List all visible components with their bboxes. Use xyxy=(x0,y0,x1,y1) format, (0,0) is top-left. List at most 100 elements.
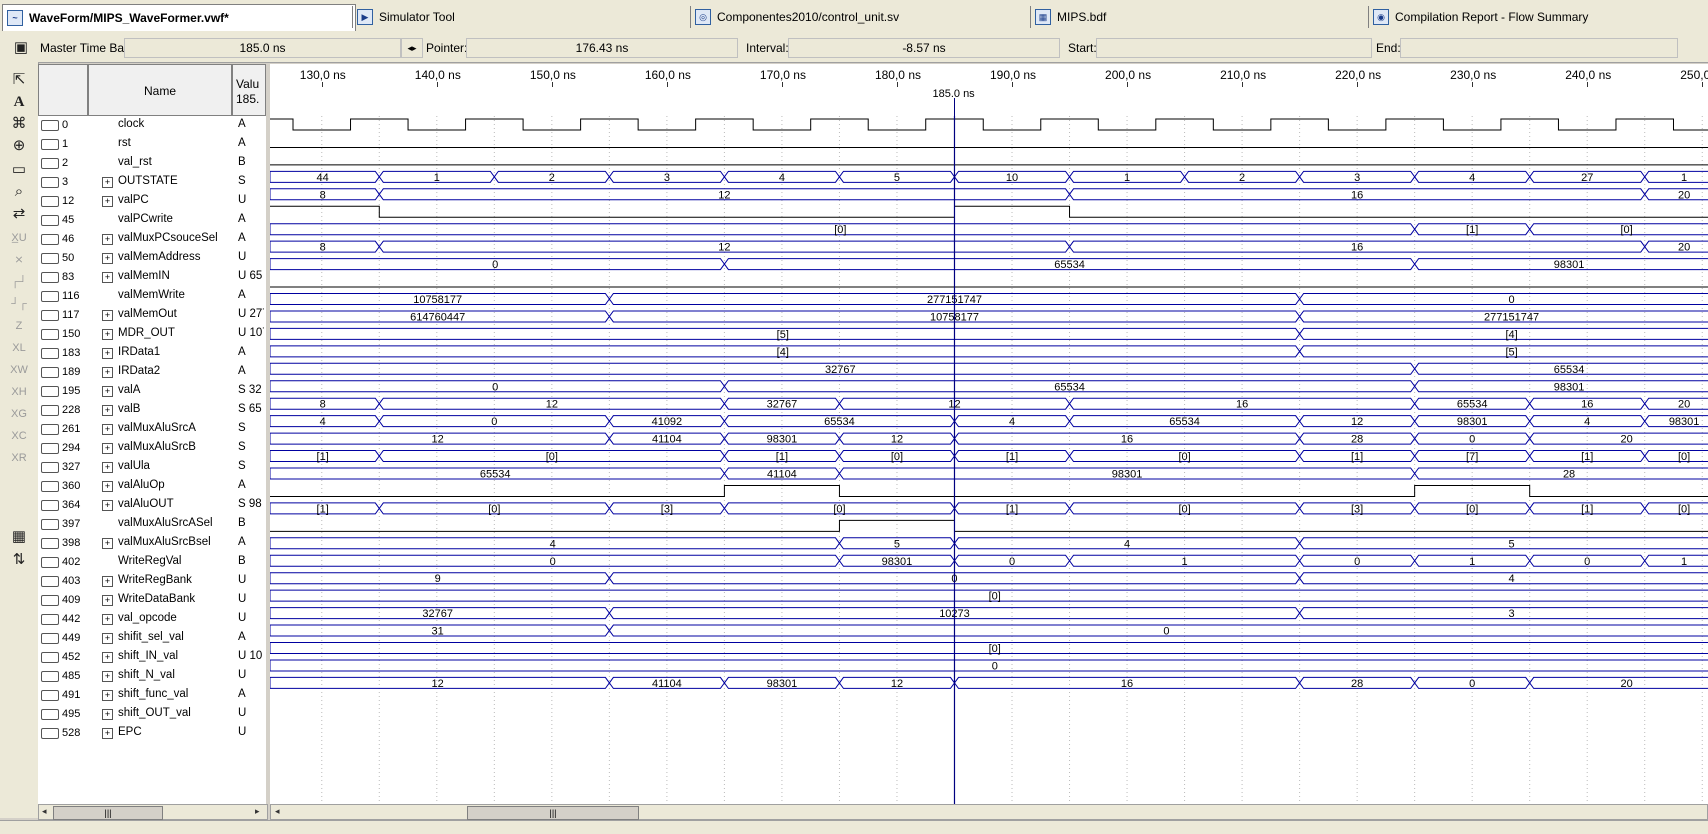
signal-row[interactable]: 398 + valMuxAluSrcBsel A xyxy=(38,534,266,553)
signal-row[interactable]: 261 + valMuxAluSrcA S xyxy=(38,420,266,439)
scroll-thumb[interactable]: ||| xyxy=(53,806,163,820)
signal-row[interactable]: 294 + valMuxAluSrcB S xyxy=(38,439,266,458)
signal-row[interactable]: 45 valPCwrite A xyxy=(38,211,266,230)
signal-row[interactable]: 50 + valMemAddress U xyxy=(38,249,266,268)
signal-row[interactable]: 117 + valMemOut U 277 xyxy=(38,306,266,325)
tab-control-unit[interactable]: ◎ Componentes2010/control_unit.sv xyxy=(690,6,1025,28)
expand-icon[interactable]: + xyxy=(102,348,113,359)
text-tool-icon[interactable]: A xyxy=(6,92,32,112)
signal-row[interactable]: 150 + MDR_OUT U 107 xyxy=(38,325,266,344)
signal-row[interactable]: 1 rst A xyxy=(38,135,266,154)
expand-icon[interactable]: + xyxy=(102,652,113,663)
scroll-right-arrow-icon[interactable]: ▸ xyxy=(255,806,260,817)
expand-icon[interactable]: + xyxy=(102,690,113,701)
expand-icon[interactable]: + xyxy=(102,500,113,511)
full-screen-icon[interactable]: ▭ xyxy=(6,160,32,180)
selection-tool-icon[interactable]: ⇱ xyxy=(6,70,32,90)
expand-icon[interactable]: + xyxy=(102,424,113,435)
expand-icon[interactable]: + xyxy=(102,481,113,492)
expand-icon[interactable]: + xyxy=(102,462,113,473)
signal-row[interactable]: 183 + IRData1 A xyxy=(38,344,266,363)
window-icon[interactable]: ▣ xyxy=(8,38,34,58)
expand-icon[interactable]: + xyxy=(102,614,113,625)
expand-icon[interactable]: + xyxy=(102,728,113,739)
signal-row[interactable]: 442 + val_opcode U xyxy=(38,610,266,629)
master-time-bar-marker[interactable] xyxy=(954,98,956,116)
snap-to-grid-icon[interactable]: ▦ xyxy=(6,527,32,547)
signal-row[interactable]: 403 + WriteRegBank U xyxy=(38,572,266,591)
value-column-header[interactable]: Valu 185. xyxy=(232,64,266,116)
expand-icon[interactable]: + xyxy=(102,329,113,340)
signal-row[interactable]: 485 + shift_N_val U xyxy=(38,667,266,686)
signal-row[interactable]: 495 + shift_OUT_val U xyxy=(38,705,266,724)
signal-row[interactable]: 195 + valA S 32 xyxy=(38,382,266,401)
count-value-icon[interactable]: XH xyxy=(6,382,32,402)
signal-row[interactable]: 491 + shift_func_val A xyxy=(38,686,266,705)
sort-icon[interactable]: ⇅ xyxy=(6,550,32,570)
signal-row[interactable]: 327 + valUla S xyxy=(38,458,266,477)
tab-waveform[interactable]: ~ WaveForm/MIPS_WaveFormer.vwf* xyxy=(2,4,356,31)
scroll-left-arrow-icon[interactable]: ◂ xyxy=(275,806,280,817)
waveform-scrollbar[interactable]: ◂ ||| xyxy=(270,804,1708,820)
signal-row[interactable]: 402 WriteRegVal B xyxy=(38,553,266,572)
signal-row[interactable]: 360 + valAluOp A xyxy=(38,477,266,496)
signal-row[interactable]: 528 + EPC U xyxy=(38,724,266,743)
waveform-display[interactable]: 44 1 2 3 4 5 10 1 2 3 4 27 1 8 12 16 20 [0] [1] [0] 8 12 16 20 0… xyxy=(270,116,1708,804)
expand-icon[interactable]: + xyxy=(102,272,113,283)
forcing-high-icon[interactable]: ┌┘ xyxy=(6,272,32,292)
signal-row[interactable]: 364 + valAluOUT S 98 xyxy=(38,496,266,515)
random-value-icon[interactable]: XR xyxy=(6,448,32,468)
expand-icon[interactable]: + xyxy=(102,253,113,264)
expand-icon[interactable]: + xyxy=(102,405,113,416)
master-time-bar-field[interactable]: 185.0 ns xyxy=(124,38,401,58)
expand-icon[interactable]: + xyxy=(102,234,113,245)
tab-mips-bdf[interactable]: ▦ MIPS.bdf xyxy=(1030,6,1365,28)
forcing-low-icon[interactable]: ⨯ xyxy=(6,250,32,270)
expand-icon[interactable]: + xyxy=(102,310,113,321)
signal-row[interactable]: 116 valMemWrite A xyxy=(38,287,266,306)
expand-icon[interactable]: + xyxy=(102,709,113,720)
expand-icon[interactable]: + xyxy=(102,538,113,549)
signal-row[interactable]: 12 + valPC U xyxy=(38,192,266,211)
signal-row[interactable]: 452 + shift_IN_val U 10 xyxy=(38,648,266,667)
replace-icon[interactable]: ⇄ xyxy=(6,204,32,224)
signal-row[interactable]: 228 + valB S 65 xyxy=(38,401,266,420)
expand-icon[interactable]: + xyxy=(102,367,113,378)
waveform-canvas[interactable]: 44 1 2 3 4 5 10 1 2 3 4 27 18 12 16 20[0] [1] [0]8 12 16 200… xyxy=(270,116,1708,804)
signal-row[interactable]: 3 + OUTSTATE S xyxy=(38,173,266,192)
signal-row[interactable]: 397 valMuxAluSrcASel B xyxy=(38,515,266,534)
expand-icon[interactable]: + xyxy=(102,443,113,454)
waveform-editing-tool-icon[interactable]: ⌘ xyxy=(6,114,32,134)
time-ruler[interactable]: 130,0 ns 140,0 ns 150,0 ns 160,0 ns 170,0 ns… xyxy=(270,64,1708,117)
weak-low-icon[interactable]: Z xyxy=(6,316,32,336)
scroll-thumb[interactable]: ||| xyxy=(467,806,639,820)
signal-row[interactable]: 83 + valMemIN U 65 xyxy=(38,268,266,287)
expand-icon[interactable]: + xyxy=(102,177,113,188)
signal-row[interactable]: 46 + valMuxPCsouceSel A xyxy=(38,230,266,249)
weak-high-icon[interactable]: XL xyxy=(6,338,32,358)
expand-icon[interactable]: + xyxy=(102,576,113,587)
forcing-unknown-icon[interactable]: X̲U xyxy=(6,228,32,248)
expand-icon[interactable]: + xyxy=(102,671,113,682)
expand-icon[interactable]: + xyxy=(102,386,113,397)
invert-icon[interactable]: XW xyxy=(6,360,32,380)
time-bar-arrows[interactable]: ◂▸ xyxy=(401,38,423,58)
find-icon[interactable]: ⌕ xyxy=(6,182,32,202)
name-column-header[interactable]: Name xyxy=(88,64,232,116)
expand-icon[interactable]: + xyxy=(102,196,113,207)
scroll-left-arrow-icon[interactable]: ◂ xyxy=(42,806,47,817)
signal-row[interactable]: 0 clock A xyxy=(38,116,266,135)
signal-list-scrollbar[interactable]: ◂ ||| ▸ xyxy=(38,804,268,820)
expand-icon[interactable]: + xyxy=(102,595,113,606)
tab-compilation-report[interactable]: ◉ Compilation Report - Flow Summary xyxy=(1368,6,1708,28)
expand-icon[interactable]: + xyxy=(102,633,113,644)
tab-simulator-tool[interactable]: ▶ Simulator Tool xyxy=(352,6,687,28)
clock-value-icon[interactable]: XG xyxy=(6,404,32,424)
zoom-tool-icon[interactable]: ⊕ xyxy=(6,136,32,156)
high-impedance-icon[interactable]: ┘┌ xyxy=(6,294,32,314)
signal-row[interactable]: 2 val_rst B xyxy=(38,154,266,173)
arbitrary-value-icon[interactable]: XC xyxy=(6,426,32,446)
signal-row[interactable]: 449 + shifit_sel_val A xyxy=(38,629,266,648)
signal-row[interactable]: 189 + IRData2 A xyxy=(38,363,266,382)
signal-row[interactable]: 409 + WriteDataBank U xyxy=(38,591,266,610)
